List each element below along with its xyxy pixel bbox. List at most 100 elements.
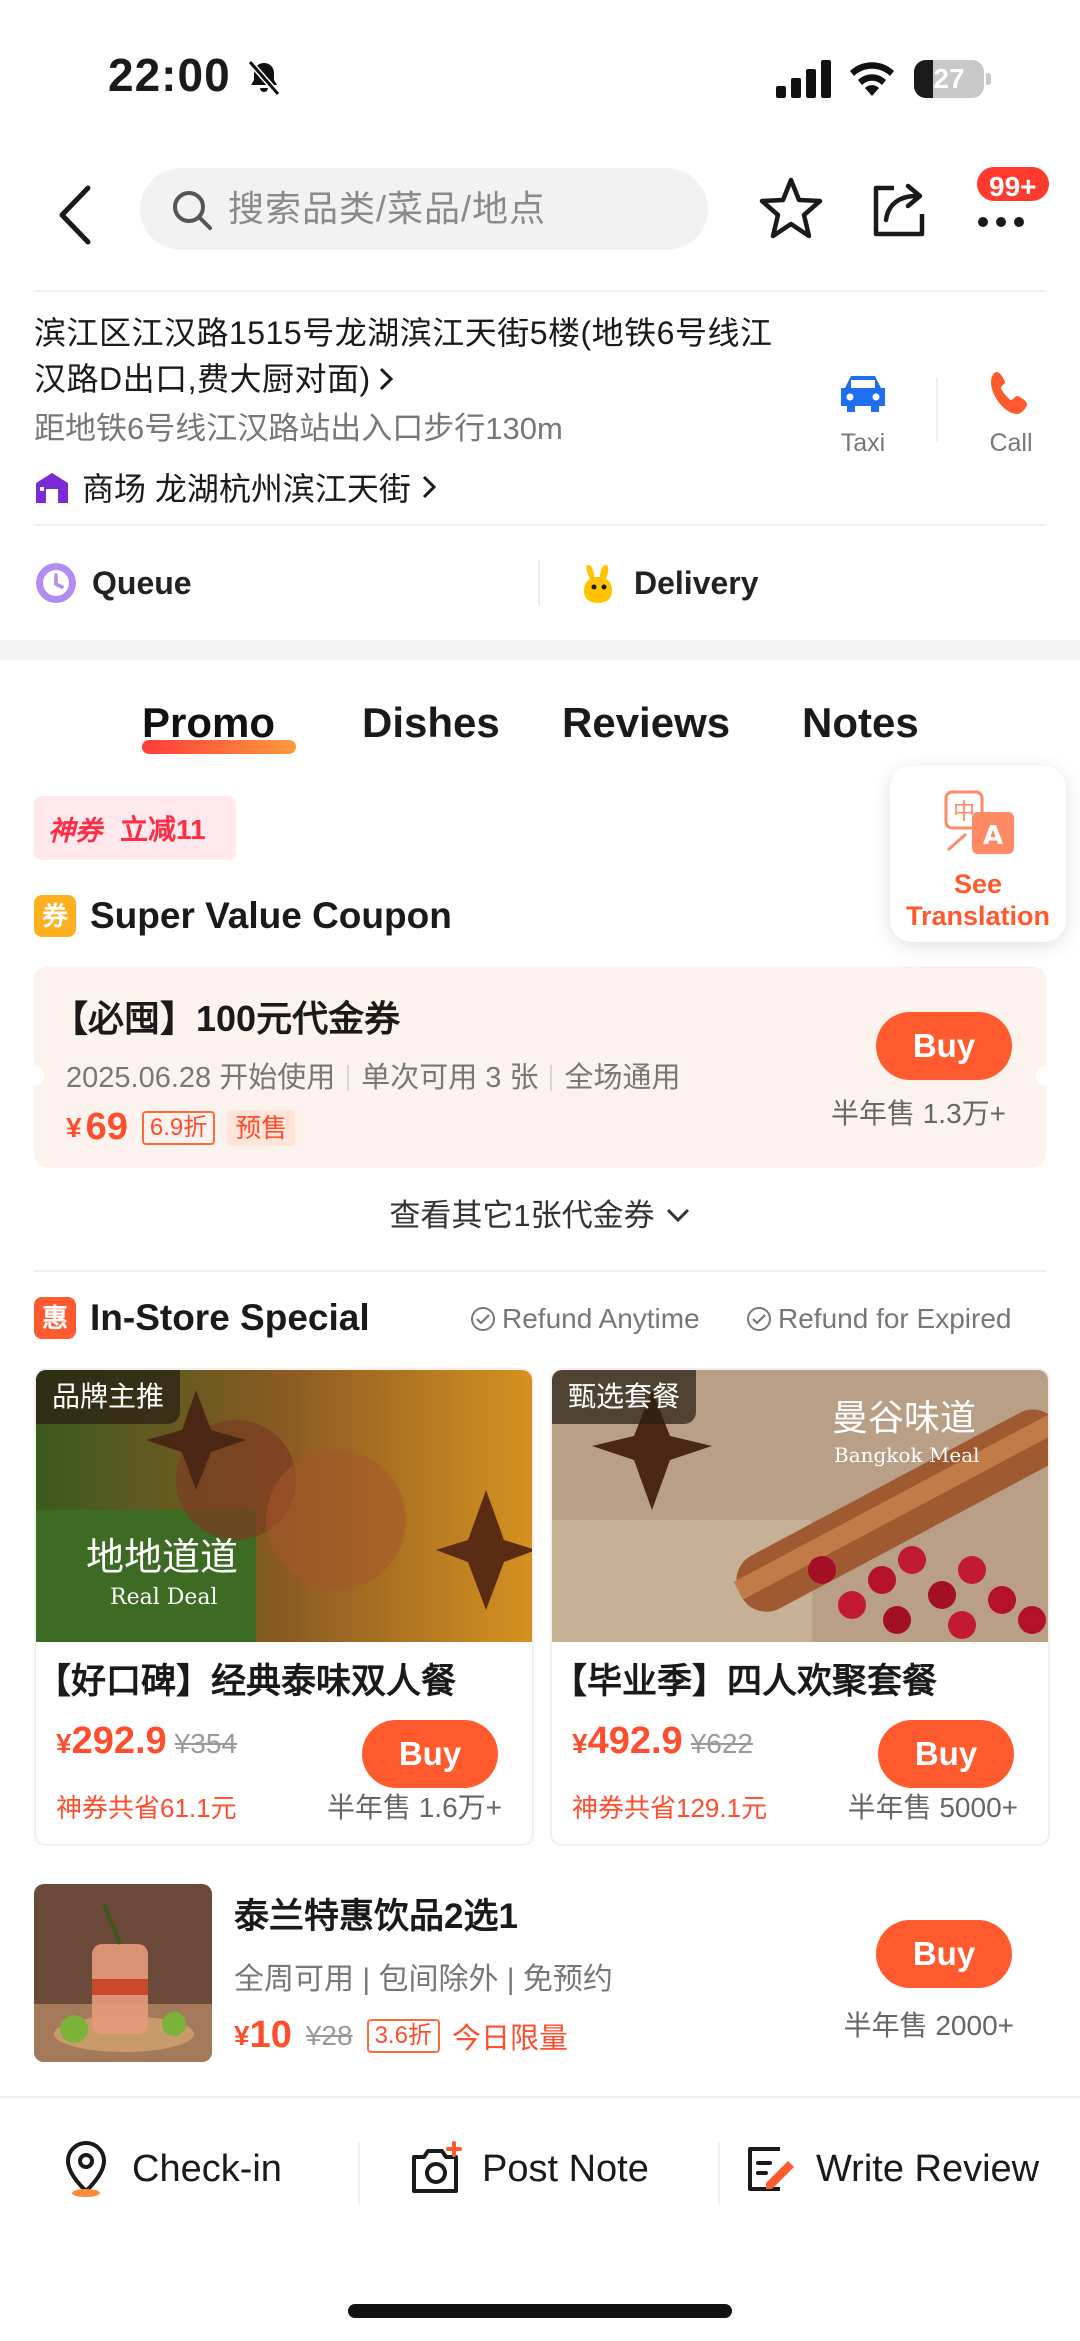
discount-badge: 6.9折 <box>141 1110 216 1145</box>
coupon-title: 【必囤】100元代金券 <box>52 998 401 1039</box>
presale-badge: 预售 <box>227 1109 296 1146</box>
image-caption-en: Real Deal <box>110 1585 218 1610</box>
mall-icon <box>36 473 68 503</box>
product-buy-button[interactable]: Buy <box>362 1720 498 1788</box>
phone-icon <box>991 372 1027 414</box>
delivery-kangaroo-icon <box>584 565 612 603</box>
voucher-tag[interactable]: 神券 立减11 <box>34 796 236 860</box>
product-card[interactable]: 地地道道 Real Deal 品牌主推 【好口碑】经典泰味双人餐 ¥ 292.9… <box>34 1368 534 1846</box>
original-price: ¥622 <box>690 1728 753 1759</box>
chevron-right-icon <box>422 475 437 499</box>
svg-text:A: A <box>983 821 1003 851</box>
translate-icon: 中 A <box>944 790 1014 854</box>
clock-icon <box>36 563 76 603</box>
tab-notes[interactable]: Notes <box>802 688 919 758</box>
taxi-label: Taxi <box>840 429 886 457</box>
translation-label-2: Translation <box>905 901 1051 931</box>
write-review-button[interactable]: Write Review <box>740 2134 1039 2204</box>
check-circle-icon <box>471 1307 495 1331</box>
search-placeholder: 搜索品类/菜品/地点 <box>228 188 547 229</box>
camera-plus-icon <box>412 2141 462 2193</box>
bottom-action-bar: Check-in Post Note Write Review <box>0 2096 1080 2246</box>
coupon-price: 69 <box>85 1106 128 1148</box>
product-price: 492.9 <box>587 1720 683 1762</box>
savings-text: 神券共省61.1元 <box>56 1793 237 1823</box>
image-caption-en: Bangkok Meal <box>834 1443 980 1467</box>
special-icon: 惠 <box>34 1297 76 1339</box>
savings-text: 神券共省129.1元 <box>572 1793 768 1823</box>
status-time: 22:00 <box>108 49 231 101</box>
original-price: ¥354 <box>174 1728 237 1759</box>
check-circle-icon <box>747 1307 771 1331</box>
coupon-card[interactable]: 【必囤】100元代金券 2025.06.28 开始使用 单次可用 3 张全场通用 … <box>24 966 1056 1168</box>
search-bar[interactable]: 搜索品类/菜品/地点 <box>140 168 708 250</box>
svg-text:中: 中 <box>953 800 975 825</box>
delivery-button[interactable]: Delivery <box>576 550 759 616</box>
distance-text: 距地铁6号线江汉路站出入口步行130m <box>34 411 563 446</box>
refund-anytime: Refund Anytime <box>470 1298 700 1340</box>
product-card[interactable]: 曼谷味道 Bangkok Meal 甄选套餐 【毕业季】四人欢聚套餐 ¥ 492… <box>550 1368 1050 1846</box>
notification-badge: 99+ <box>974 164 1052 204</box>
drink-sold: 半年售 2000+ <box>843 2010 1014 2041</box>
coupon-section-title: 券 Super Value Coupon <box>34 888 452 944</box>
favorite-star-icon[interactable] <box>756 174 826 244</box>
bell-slash-icon <box>247 60 281 96</box>
share-icon[interactable] <box>864 174 934 244</box>
product-name: 【毕业季】四人欢聚套餐 <box>552 1662 938 1701</box>
voucher-offer: 立减11 <box>120 814 206 845</box>
cellular-signal-icon <box>776 60 831 98</box>
limited-text: 今日限量 <box>451 2022 568 2055</box>
image-caption: 曼谷味道 <box>832 1398 976 1439</box>
product-name: 【好口碑】经典泰味双人餐 <box>36 1662 457 1701</box>
call-label: Call <box>989 429 1033 457</box>
battery-indicator: 27 <box>914 60 992 98</box>
taxi-button[interactable]: Taxi <box>818 368 908 458</box>
product-price-row: ¥ 492.9 ¥622 <box>572 1720 753 1762</box>
home-indicator[interactable] <box>348 2304 732 2318</box>
drink-price-row: ¥ 10 ¥28 3.6折 今日限量 <box>234 2014 568 2056</box>
queue-button[interactable]: Queue <box>34 550 192 616</box>
image-caption: 地地道道 <box>86 1535 238 1579</box>
section-tabs: Promo Dishes Reviews Notes <box>0 688 1080 768</box>
top-nav: 搜索品类/菜品/地点 99+ <box>0 150 1080 290</box>
coupon-icon: 券 <box>34 895 76 937</box>
drink-price: 10 <box>249 2014 292 2056</box>
translation-label-1: See <box>953 869 1003 899</box>
coupon-price-row: ¥ 69 6.9折 预售 <box>66 1106 296 1149</box>
divider <box>34 290 1046 292</box>
car-icon <box>841 376 885 412</box>
coupon-buy-button[interactable]: Buy <box>876 1012 1012 1080</box>
post-note-button[interactable]: Post Note <box>406 2134 649 2204</box>
more-coupons-link[interactable]: 查看其它1张代金券 <box>0 1190 1080 1240</box>
checkin-button[interactable]: Check-in <box>56 2134 282 2204</box>
coupon-sold: 半年售 1.3万+ <box>830 1098 1006 1129</box>
tab-reviews[interactable]: Reviews <box>562 688 730 758</box>
product-tag: 品牌主推 <box>36 1370 181 1424</box>
product-sold: 半年售 5000+ <box>847 1792 1018 1823</box>
search-icon <box>173 191 212 230</box>
location-pin-icon <box>65 2140 107 2197</box>
edit-note-icon <box>748 2147 794 2191</box>
drink-meta: 全周可用 | 包间除外 | 免预约 <box>234 1963 613 1996</box>
queue-label: Queue <box>92 564 192 601</box>
translation-button[interactable]: 中 A See Translation <box>890 766 1066 942</box>
product-price-row: ¥ 292.9 ¥354 <box>56 1720 237 1762</box>
drink-name: 泰兰特惠饮品2选1 <box>234 1897 518 1936</box>
drink-buy-button[interactable]: Buy <box>876 1920 1012 1988</box>
product-tag: 甄选套餐 <box>552 1370 697 1424</box>
mall-link[interactable]: 商场 龙湖杭州滨江天街 <box>34 462 439 512</box>
coupon-meta: 2025.06.28 开始使用 单次可用 3 张全场通用 <box>66 1062 681 1094</box>
status-bar: 22:00 27 <box>0 0 1080 150</box>
delivery-label: Delivery <box>634 564 759 601</box>
discount-badge: 3.6折 <box>366 2018 440 2053</box>
product-buy-button[interactable]: Buy <box>878 1720 1014 1788</box>
tab-promo[interactable]: Promo <box>142 688 275 758</box>
call-button[interactable]: Call <box>966 368 1056 458</box>
back-arrow-icon[interactable] <box>50 180 102 250</box>
tab-dishes[interactable]: Dishes <box>362 688 500 758</box>
chevron-right-icon <box>379 367 393 391</box>
drink-image <box>34 1884 212 2062</box>
refund-expired: Refund for Expired <box>746 1298 1011 1340</box>
address-block[interactable]: 滨江区江汉路1515号龙湖滨江天街5楼(地铁6号线江汉路D出口,费大厨对面) 距… <box>34 310 774 507</box>
chevron-down-icon <box>666 1208 689 1223</box>
